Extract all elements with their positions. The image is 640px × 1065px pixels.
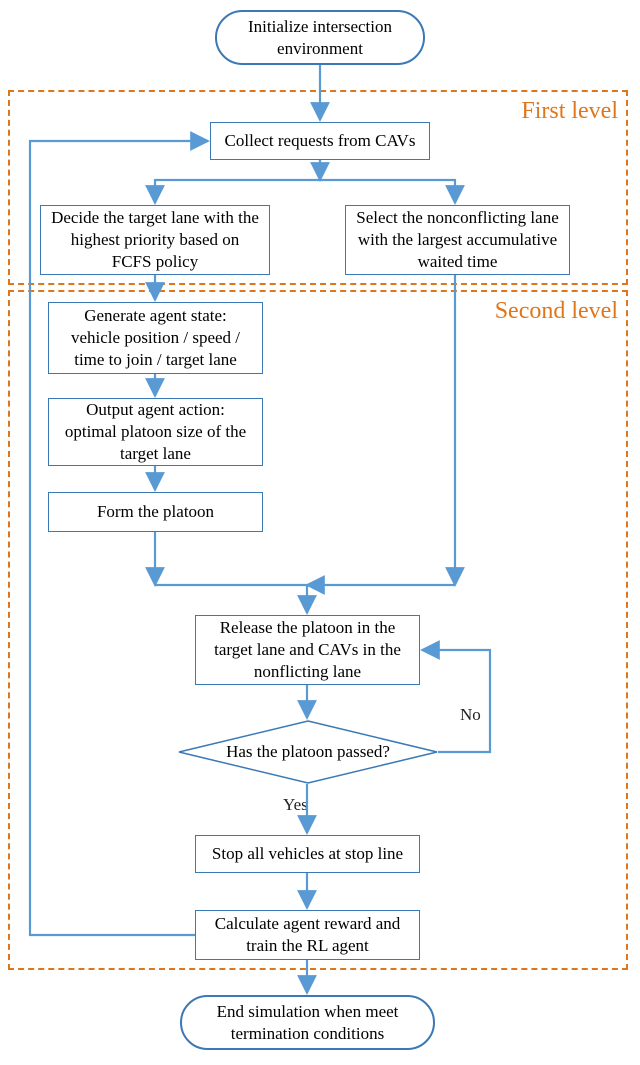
release-node: Release the platoon in the target lane a…: [195, 615, 420, 685]
output-action-text: Output agent action: optimal platoon siz…: [59, 399, 252, 465]
gen-state-text: Generate agent state: vehicle position /…: [59, 305, 252, 371]
select-nonconf-text: Select the nonconflicting lane with the …: [356, 207, 559, 273]
decision-text: Has the platoon passed?: [226, 742, 390, 762]
flowchart-canvas: First level Second level Initialize inte…: [0, 0, 640, 1065]
calc-reward-text: Calculate agent reward and train the RL …: [206, 913, 409, 957]
stop-all-text: Stop all vehicles at stop line: [212, 843, 403, 865]
first-level-label: First level: [521, 98, 618, 125]
collect-node: Collect requests from CAVs: [210, 122, 430, 160]
yes-label: Yes: [283, 795, 308, 815]
second-level-label: Second level: [495, 298, 618, 325]
decide-lane-node: Decide the target lane with the highest …: [40, 205, 270, 275]
end-text: End simulation when meet termination con…: [200, 1001, 415, 1044]
calc-reward-node: Calculate agent reward and train the RL …: [195, 910, 420, 960]
select-nonconf-node: Select the nonconflicting lane with the …: [345, 205, 570, 275]
output-action-node: Output agent action: optimal platoon siz…: [48, 398, 263, 466]
start-text: Initialize intersection environment: [235, 16, 405, 59]
stop-all-node: Stop all vehicles at stop line: [195, 835, 420, 873]
decide-lane-text: Decide the target lane with the highest …: [51, 207, 259, 273]
end-node: End simulation when meet termination con…: [180, 995, 435, 1050]
release-text: Release the platoon in the target lane a…: [206, 617, 409, 683]
form-platoon-node: Form the platoon: [48, 492, 263, 532]
form-platoon-text: Form the platoon: [97, 501, 214, 523]
no-label: No: [460, 705, 481, 725]
collect-text: Collect requests from CAVs: [225, 130, 416, 152]
start-node: Initialize intersection environment: [215, 10, 425, 65]
decision-node: Has the platoon passed?: [178, 720, 438, 784]
gen-state-node: Generate agent state: vehicle position /…: [48, 302, 263, 374]
